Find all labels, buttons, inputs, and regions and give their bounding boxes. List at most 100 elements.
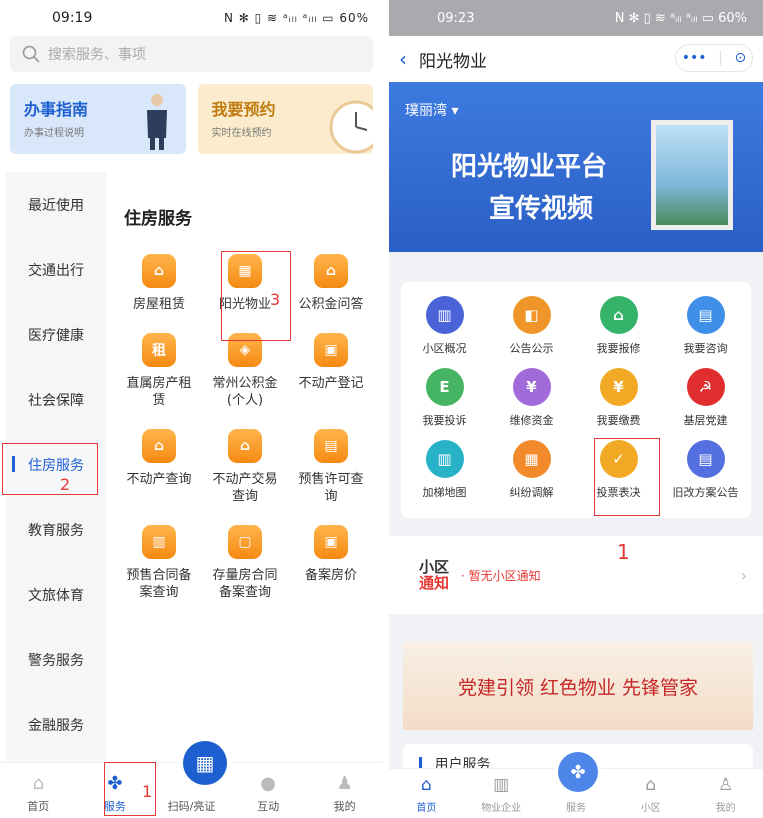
sidebar-item-education[interactable]: 教育服务: [6, 497, 106, 562]
notice-logo-line2: 通知: [419, 574, 450, 592]
tab-mine[interactable]: ♟ 我的: [315, 772, 375, 814]
tab-label: 小区: [640, 803, 661, 814]
sidebar-item-social-security[interactable]: 社会保障: [6, 367, 106, 432]
close-button[interactable]: ⊙: [734, 50, 746, 66]
status-time: 09:23: [437, 10, 475, 26]
service-stock-contract[interactable]: ▢ 存量房合同备案查询: [202, 525, 288, 601]
status-bar: 09:23 N ✻ ▯ ≋ ᵃᵢₗₗ ᵃᵢₗₗ ▭ 60%: [389, 0, 763, 36]
service-realestate-query[interactable]: ⌂ 不动产查询: [116, 429, 202, 505]
right-screen: 09:23 N ✻ ▯ ≋ ᵃᵢₗₗ ᵃᵢₗₗ ▭ 60% ‹ 阳光物业 •••…: [389, 0, 763, 818]
sidebar-item-recent[interactable]: 最近使用: [6, 172, 106, 237]
tab-label: 我的: [333, 800, 356, 813]
tab-interact[interactable]: ● 互动: [238, 772, 298, 814]
sidebar-item-finance[interactable]: 金融服务: [6, 692, 106, 757]
service-maintenance-fund[interactable]: ¥ 维修资金: [488, 368, 575, 428]
house-icon: ⌂: [228, 429, 262, 463]
service-payment[interactable]: ¥ 我要缴费: [575, 368, 662, 428]
service-announcement[interactable]: ◧ 公告公示: [488, 296, 575, 356]
service-presale-permit[interactable]: ▤ 预售许可查询: [288, 429, 374, 505]
home-icon: ⌂: [420, 775, 432, 795]
status-icons: N ✻ ▯ ≋ ᵃᵢₗₗ ᵃᵢₗₗ ▭ 60%: [614, 10, 747, 26]
party-building-banner[interactable]: 党建引领 红色物业 先锋管家: [403, 642, 753, 730]
party-banner-text: 党建引领 红色物业 先锋管家: [457, 676, 699, 699]
more-button[interactable]: •••: [682, 50, 707, 66]
service-overview[interactable]: ▥ 小区概况: [401, 296, 488, 356]
community-notice-bar[interactable]: 小区 通知 · 暂无小区通知 ›: [389, 536, 763, 614]
service-filed-price[interactable]: ▣ 备案房价: [288, 525, 374, 601]
chat-icon: ●: [260, 772, 276, 794]
announcement-icon: ◧: [512, 296, 551, 334]
repair-icon: ⌂: [599, 296, 638, 334]
sidebar-item-police[interactable]: 警务服务: [6, 627, 106, 692]
service-realestate-register[interactable]: ▣ 不动产登记: [288, 333, 374, 409]
tab-home[interactable]: ⌂ 首页: [396, 774, 456, 814]
section-title: 住房服务: [124, 209, 192, 229]
search-input[interactable]: 搜索服务、事项: [10, 36, 373, 72]
back-arrow-icon[interactable]: ‹: [399, 47, 407, 71]
complaint-icon: E: [425, 368, 464, 406]
property-services-card: ▥ 小区概况 ◧ 公告公示 ⌂ 我要报修 ▤ 我要咨询 E 我要投诉 ¥ 维修资金 ¥ 我要缴费 ☭ 基层党建…: [401, 282, 751, 518]
community-selector[interactable]: 璞丽湾 ▾: [405, 100, 458, 120]
house-search-icon: ⌂: [142, 429, 176, 463]
service-label: 预售合同备案查询: [126, 568, 192, 600]
service-complaint[interactable]: E 我要投诉: [401, 368, 488, 428]
annotation-number-2: 2: [60, 475, 71, 494]
sidebar-item-medical[interactable]: 医疗健康: [6, 302, 106, 367]
tab-community[interactable]: ⌂ 小区: [621, 774, 681, 814]
service-fund-qa[interactable]: ⌂ 公积金问答: [288, 254, 374, 313]
service-label: 备案房价: [304, 568, 357, 583]
service-center-button[interactable]: ✤: [558, 752, 598, 792]
service-party-building[interactable]: ☭ 基层党建: [662, 368, 749, 428]
grid-icon: ✤: [570, 761, 586, 783]
service-label: 常州公积金(个人): [212, 376, 278, 408]
service-label: 不动产登记: [298, 376, 364, 391]
service-dispute-mediation[interactable]: ▦ 纠纷调解: [488, 440, 575, 500]
mini-program-capsule: ••• | ⊙: [675, 44, 753, 72]
annotation-box-housing: [2, 443, 98, 495]
service-consult[interactable]: ▤ 我要咨询: [662, 296, 749, 356]
page-title: 阳光物业: [419, 51, 487, 72]
service-elevator-map[interactable]: ▥ 加梯地图: [401, 440, 488, 500]
service-repair[interactable]: ⌂ 我要报修: [575, 296, 662, 356]
clock-illustration-icon: [329, 100, 373, 154]
service-label: 我要咨询: [683, 342, 728, 355]
register-icon: ▣: [314, 333, 348, 367]
service-label: 预售许可查询: [298, 472, 364, 504]
service-presale-contract[interactable]: ▥ 预售合同备案查询: [116, 525, 202, 601]
annotation-box-vote: [594, 438, 660, 516]
qr-code-icon: ▦: [195, 751, 215, 775]
service-transaction-query[interactable]: ⌂ 不动产交易查询: [202, 429, 288, 505]
tab-label: 首页: [27, 800, 50, 813]
nav-bar: ‹ 阳光物业 ••• | ⊙: [389, 36, 763, 82]
service-label: 纠纷调解: [509, 486, 554, 499]
consult-icon: ▤: [686, 296, 725, 334]
party-building-icon: ☭: [686, 368, 725, 406]
left-screen: 09:19 N ✻ ▯ ≋ ᵃᵢₗₗ ᵃᵢₗₗ ▭ 60% 搜索服务、事项 办事…: [0, 0, 383, 818]
tab-mine[interactable]: ♙ 我的: [696, 774, 756, 814]
sidebar-item-transport[interactable]: 交通出行: [6, 237, 106, 302]
chevron-right-icon: ›: [740, 565, 747, 585]
status-bar: 09:19 N ✻ ▯ ≋ ᵃᵢₗₗ ᵃᵢₗₗ ▭ 60%: [0, 0, 383, 36]
tab-label: 互动: [257, 800, 280, 813]
tab-property-company[interactable]: ▥ 物业企业: [471, 774, 531, 814]
search-icon: [22, 45, 40, 63]
guide-card[interactable]: 办事指南 办事过程说明: [10, 84, 186, 154]
service-renovation-plan[interactable]: ▤ 旧改方案公告: [662, 440, 749, 500]
status-time: 09:19: [52, 10, 93, 26]
service-house-rental[interactable]: ⌂ 房屋租赁: [116, 254, 202, 313]
service-label: 我要缴费: [596, 414, 641, 427]
service-changzhou-fund[interactable]: ◈ 常州公积金(个人): [202, 333, 288, 409]
service-label: 我要投诉: [422, 414, 467, 427]
house-icon: ⌂: [314, 254, 348, 288]
service-label: 加梯地图: [422, 486, 467, 499]
sidebar-item-culture-sports[interactable]: 文旅体育: [6, 562, 106, 627]
tab-label: 扫码/亮证: [167, 800, 216, 813]
service-direct-rental[interactable]: 租直属房产租赁: [116, 333, 202, 409]
status-icons: N ✻ ▯ ≋ ᵃᵢₗₗ ᵃᵢₗₗ ▭ 60%: [223, 11, 369, 25]
tab-home[interactable]: ⌂ 首页: [8, 772, 68, 814]
scan-button[interactable]: ▦: [183, 741, 227, 785]
appointment-card[interactable]: 我要预约 实时在线预约: [197, 84, 373, 154]
promo-banner[interactable]: 璞丽湾 ▾ 阳光物业平台 宣传视频: [389, 82, 763, 252]
notice-text: · 暂无小区通知: [461, 568, 541, 583]
notice-logo: 小区 通知: [419, 559, 449, 591]
